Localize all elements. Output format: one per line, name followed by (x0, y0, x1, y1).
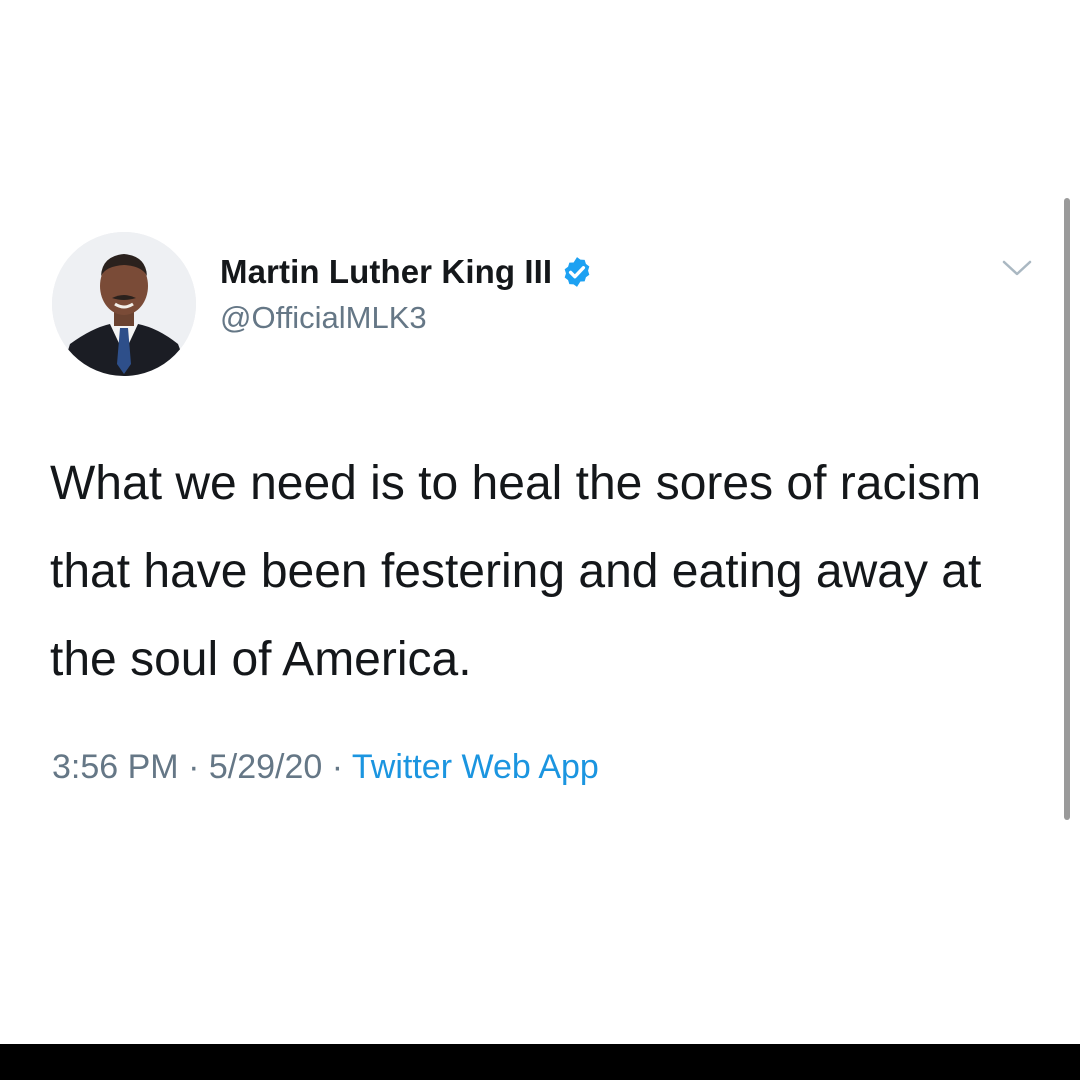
chevron-down-icon[interactable] (1000, 256, 1034, 280)
meta-separator: · (178, 748, 209, 786)
scrollbar[interactable] (1064, 198, 1070, 820)
tweet-meta: 3:56 PM · 5/29/20 · Twitter Web App (52, 748, 599, 787)
tweet-source-link[interactable]: Twitter Web App (352, 748, 599, 786)
author-display-name[interactable]: Martin Luther King III (220, 253, 552, 291)
tweet-time: 3:56 PM (52, 748, 179, 786)
profile-photo-icon (52, 232, 196, 376)
tweet-date[interactable]: 5/29/20 (209, 748, 322, 786)
tweet-text: What we need is to heal the sores of rac… (50, 457, 982, 686)
verified-badge-icon (564, 257, 590, 287)
tweet-card: Martin Luther King III @OfficialMLK3 Wha… (0, 0, 1080, 1044)
meta-separator: · (322, 748, 352, 786)
author-handle[interactable]: @OfficialMLK3 (220, 300, 594, 336)
author-block: Martin Luther King III @OfficialMLK3 (220, 250, 594, 336)
avatar[interactable] (52, 232, 196, 376)
bottom-bar (0, 1044, 1080, 1080)
name-row: Martin Luther King III (220, 250, 594, 294)
